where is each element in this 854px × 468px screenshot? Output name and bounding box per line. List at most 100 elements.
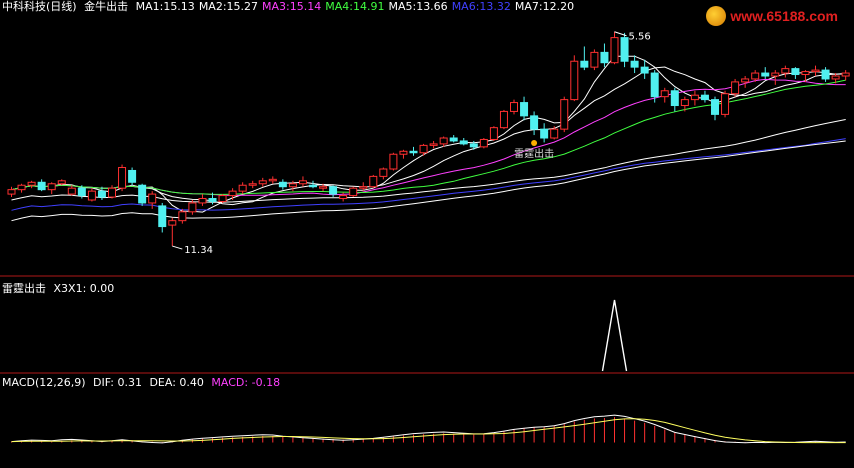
candle-body [700,94,709,101]
ma-readout-1: MA1:15.13 [135,0,195,13]
macd-label: MACD: [211,376,249,389]
candle-body [439,137,448,145]
candle-body [399,150,408,155]
candle-body [630,60,639,68]
candle-body [801,71,810,76]
candle-body [188,202,197,213]
candle-body [298,180,307,185]
low-label: 11.34 [184,245,213,256]
sub-chart-header: 雷霆出击 X3X1: 0.00 [2,283,118,295]
candle-body [469,143,478,148]
candle-body [499,110,508,129]
candle-body [640,66,649,74]
candle-body [530,115,539,130]
ma-readout-4: MA4:14.91 [325,0,385,13]
candle-body [771,72,780,77]
watermark-logo-icon [706,6,727,26]
ma-line-6 [11,138,846,211]
low-pointer [172,245,183,250]
candle-body [821,69,830,80]
candle-body [479,138,488,148]
candle-body [791,68,800,76]
candle-body [118,167,127,189]
candle-body [670,90,679,107]
candle-body [57,180,66,185]
candle-body [17,184,26,191]
signal-spike [601,299,628,372]
candle-body [7,189,16,195]
candle-body [339,195,348,200]
ma-readout-3: MA3:15.14 [262,0,322,13]
candle-body [37,181,46,191]
ma-line-3 [11,78,846,197]
candle-body [620,37,629,62]
candle-body [379,168,388,177]
sub-indicator-name: 雷霆出击 [2,282,46,295]
candle-body [248,183,257,186]
candle-body [459,140,468,145]
candle-body [228,190,237,197]
signal-label: 雷霆出击 [514,147,554,160]
candle-body [841,72,850,77]
candle-body [660,90,669,98]
candle-body [751,72,760,80]
candle-body [590,51,599,68]
ma-readout-5: MA5:13.66 [388,0,448,13]
stock-chart[interactable]: 5.56 11.34 雷霆出击 [0,0,854,464]
candle-body [268,178,277,182]
sub-indicator-label: X3X1: [53,282,87,295]
dif-label: DIF: [93,376,114,389]
candle-body [278,181,287,188]
candle-body [349,187,358,197]
watermark: www.65188.com [706,6,838,26]
candle-body [680,99,689,107]
candle-body [409,150,418,154]
high-label: 5.56 [629,32,651,43]
watermark-text: www.65188.com [730,8,838,24]
indicator-name: 金牛出击 [84,0,129,13]
candle-body [731,81,740,95]
candle-body [560,99,569,130]
dif-line [11,414,846,444]
candle-body [831,75,840,80]
candle-body [47,183,56,191]
candle-body [158,205,167,228]
candle-body [258,180,267,185]
candle-body [369,175,378,188]
macd-name: MACD(12,26,9) [2,376,86,389]
ma-readout-6: MA6:13.32 [451,0,511,13]
candle-body [540,128,549,139]
ma-line-1 [11,55,846,213]
signal-marker-icon [531,140,538,147]
dea-value: 0.40 [179,376,204,389]
ma-readout-7: MA7:12.20 [514,0,575,13]
candle-body [288,183,297,188]
candle-body [600,51,609,64]
candle-body [449,137,458,142]
candle-body [610,37,619,64]
candle-body [570,60,579,101]
candle-body [419,144,428,154]
candle-body [77,187,86,197]
macd-header: MACD(12,26,9) DIF: 0.31 DEA: 0.40 MACD: … [2,377,284,389]
candle-body [510,102,518,112]
ma-line-7 [11,140,846,222]
candle-body [319,186,328,189]
ma-readout-2: MA2:15.27 [198,0,259,13]
candle-body [27,181,36,186]
candle-body [359,186,368,189]
candle-body [580,60,589,68]
candle-body [329,186,338,195]
chart-canvas[interactable]: 5.56 11.34 雷霆出击 [0,0,854,464]
candle-body [208,198,217,202]
dea-line [11,418,846,444]
main-chart-header: 中科科技(日线) 金牛出击 MA1:15.13 MA2:15.27 MA3:15.1… [2,1,582,13]
candle-body [811,69,820,73]
candle-body [761,72,770,77]
macd-value: -0.18 [251,376,281,389]
ma-line-2 [11,66,846,206]
candle-body [178,211,187,222]
candle-body [650,72,659,98]
dea-label: DEA: [149,376,176,389]
candle-body [741,78,750,83]
